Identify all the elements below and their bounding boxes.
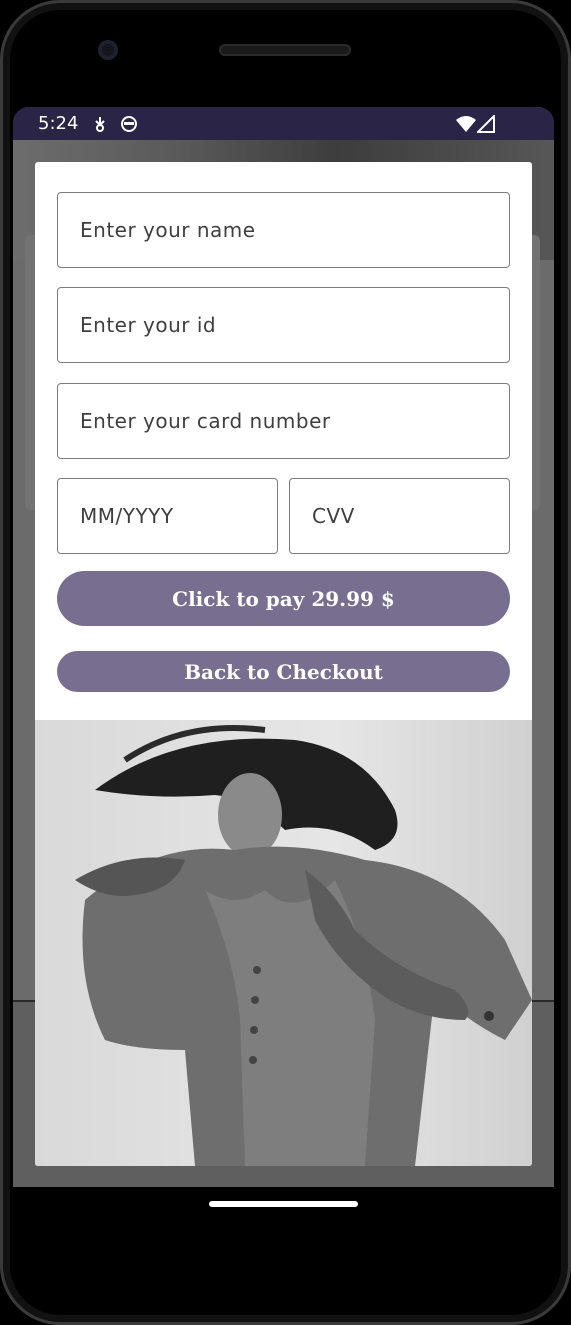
face-icon [121, 116, 137, 132]
phone-frame: 5:24 Enter your name Enter your id Enter… [0, 0, 571, 1325]
name-field[interactable]: Enter your name [57, 192, 510, 268]
screen: 5:24 Enter your name Enter your id Enter… [13, 107, 554, 1187]
name-placeholder: Enter your name [80, 218, 256, 242]
id-placeholder: Enter your id [80, 313, 217, 337]
back-to-checkout-button[interactable]: Back to Checkout [57, 651, 510, 692]
signal-icon [477, 115, 495, 133]
model-photo-illustration [35, 720, 532, 1166]
model-photo [35, 720, 532, 1166]
cvv-placeholder: CVV [312, 504, 355, 528]
front-camera [98, 40, 118, 60]
wifi-icon [456, 116, 476, 132]
card-number-field[interactable]: Enter your card number [57, 383, 510, 459]
status-time: 5:24 [38, 113, 79, 134]
pay-button[interactable]: Click to pay 29.99 $ [57, 571, 510, 626]
back-button-label: Back to Checkout [184, 659, 383, 684]
expiry-placeholder: MM/YYYY [80, 504, 174, 528]
earpiece-speaker [219, 44, 351, 56]
home-indicator[interactable] [209, 1201, 358, 1207]
cvv-field[interactable]: CVV [289, 478, 510, 554]
status-bar: 5:24 [13, 107, 554, 140]
usb-debug-icon [95, 117, 105, 132]
expiry-field[interactable]: MM/YYYY [57, 478, 278, 554]
payment-dialog: Enter your name Enter your id Enter your… [35, 162, 532, 1166]
card-number-placeholder: Enter your card number [80, 409, 331, 433]
pay-button-label: Click to pay 29.99 $ [172, 586, 395, 611]
id-field[interactable]: Enter your id [57, 287, 510, 363]
